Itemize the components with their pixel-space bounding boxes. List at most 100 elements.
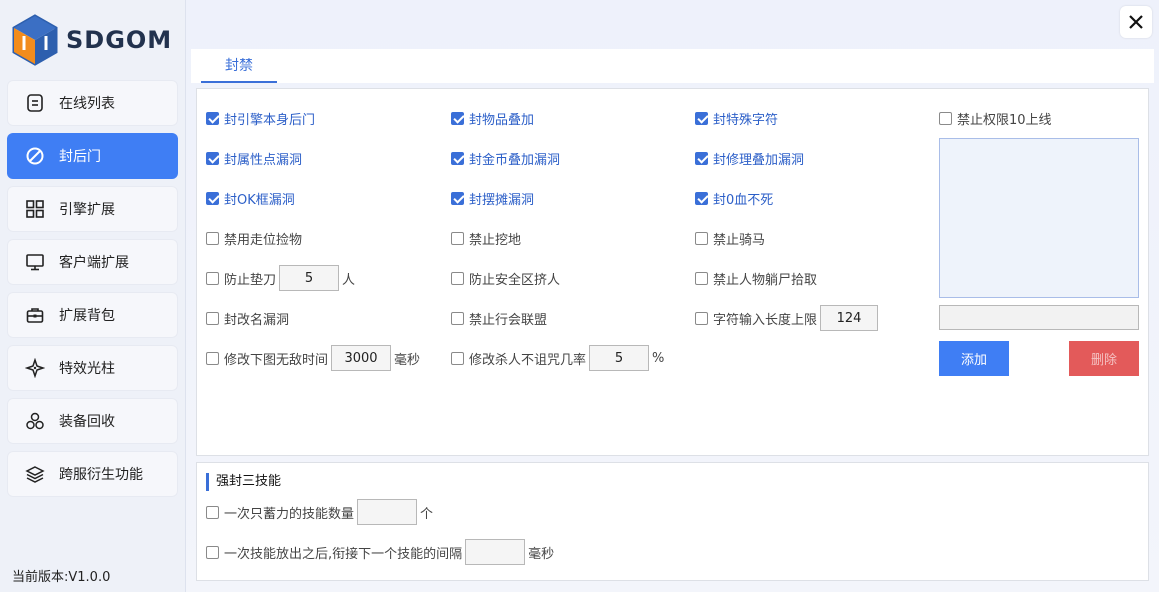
option-label: 禁止人物躺尸拾取 [713, 272, 818, 288]
sidebar-item-client-ext[interactable]: 客户端扩展 [7, 239, 178, 285]
checkbox[interactable] [206, 545, 219, 559]
sidebar-nav: 在线列表 封后门 引擎扩展 客户端扩展 扩展背包 特效光柱 装备回收 跨服衍生功… [7, 80, 178, 504]
sidebar-item-cross-server[interactable]: 跨服衍生功能 [7, 451, 178, 497]
tab-bar: 封禁 [191, 49, 1154, 83]
option-row: 禁止骑马 [695, 227, 765, 249]
option-row: 封物品叠加 [451, 107, 534, 129]
checkbox[interactable] [695, 271, 708, 285]
checkbox[interactable] [695, 311, 708, 325]
add-button[interactable]: 添加 [939, 341, 1009, 376]
account-list[interactable] [939, 138, 1139, 298]
section-title: 强封三技能 [206, 473, 281, 491]
option-label: 封金币叠加漏洞 [469, 152, 561, 168]
unit-label: % [652, 350, 665, 366]
checkbox[interactable] [206, 271, 219, 285]
option-row: 修改杀人不诅咒几率 % [451, 345, 665, 371]
checkbox[interactable] [451, 311, 464, 325]
monitor-icon [25, 252, 45, 272]
checkbox[interactable] [695, 231, 708, 245]
checkbox[interactable] [451, 351, 464, 365]
sidebar-item-label: 客户端扩展 [59, 255, 129, 271]
checkbox[interactable] [206, 351, 219, 365]
sidebar-item-online-list[interactable]: 在线列表 [7, 80, 178, 126]
grid-icon [25, 199, 45, 219]
checkbox[interactable] [695, 111, 708, 125]
skill-interval-input[interactable] [465, 539, 526, 565]
brand-logo: SDGOM [12, 14, 172, 66]
checkbox[interactable] [939, 111, 952, 125]
checkbox[interactable] [206, 111, 219, 125]
option-label: 防止安全区挤人 [469, 272, 561, 288]
checkbox[interactable] [451, 151, 464, 165]
option-label: 字符输入长度上限 [713, 312, 818, 328]
checkbox[interactable] [206, 191, 219, 205]
option-label: 修改下图无敌时间 [224, 352, 329, 368]
unit-label: 毫秒 [394, 352, 421, 368]
option-row: 封0血不死 [695, 187, 773, 209]
sidebar-item-engine-ext[interactable]: 引擎扩展 [7, 186, 178, 232]
anti-pad-count-input[interactable] [279, 265, 340, 291]
brand-name: SDGOM [66, 26, 173, 54]
delete-button[interactable]: 删除 [1069, 341, 1139, 376]
checkbox[interactable] [451, 231, 464, 245]
sidebar-item-label: 装备回收 [59, 414, 115, 430]
checkbox[interactable] [695, 191, 708, 205]
ban-icon [25, 146, 45, 166]
curse-rate-input[interactable] [589, 345, 650, 371]
option-label: 封改名漏洞 [224, 312, 290, 328]
sidebar-item-label: 在线列表 [59, 96, 115, 112]
unit-label: 毫秒 [528, 546, 555, 562]
option-row: 防止垫刀 人 [206, 265, 356, 291]
sidebar-item-label: 跨服衍生功能 [59, 467, 143, 483]
sidebar-item-recycle[interactable]: 装备回收 [7, 398, 178, 444]
option-row: 封引擎本身后门 [206, 107, 315, 129]
option-label: 封特殊字符 [713, 112, 779, 128]
invincible-time-input[interactable] [331, 345, 392, 371]
checkbox[interactable] [206, 311, 219, 325]
checkbox[interactable] [206, 151, 219, 165]
option-row: 封OK框漏洞 [206, 187, 295, 209]
checkbox[interactable] [695, 151, 708, 165]
sidebar: SDGOM 在线列表 封后门 引擎扩展 客户端扩展 扩展背包 特效光柱 装备回收… [0, 0, 186, 592]
option-label: 封摆摊漏洞 [469, 192, 535, 208]
option-label: 修改杀人不诅咒几率 [469, 352, 587, 368]
tab-ban[interactable]: 封禁 [201, 49, 277, 83]
sdgom-logo-icon [12, 14, 58, 66]
sidebar-item-label: 引擎扩展 [59, 202, 115, 218]
option-row: 封属性点漏洞 [206, 147, 302, 169]
close-button[interactable] [1120, 6, 1152, 38]
option-label: 封0血不死 [713, 192, 774, 208]
charge-skill-count-input[interactable] [357, 499, 418, 525]
checkbox[interactable] [451, 111, 464, 125]
option-label: 禁止挖地 [469, 232, 522, 248]
sidebar-item-backdoor[interactable]: 封后门 [7, 133, 178, 179]
checkbox[interactable] [206, 505, 219, 519]
checkbox[interactable] [206, 231, 219, 245]
close-icon [1129, 15, 1143, 29]
sidebar-item-effects[interactable]: 特效光柱 [7, 345, 178, 391]
option-row: 封摆摊漏洞 [451, 187, 534, 209]
sidebar-item-label: 扩展背包 [59, 308, 115, 324]
option-label: 封物品叠加 [469, 112, 535, 128]
char-limit-input[interactable] [820, 305, 879, 331]
option-label: 封引擎本身后门 [224, 112, 316, 128]
option-row: 禁止行会联盟 [451, 307, 547, 329]
option-row: 禁止人物躺尸拾取 [695, 267, 817, 289]
option-row: 封特殊字符 [695, 107, 778, 129]
checkbox[interactable] [451, 191, 464, 205]
option-row: 禁止权限10上线 [939, 107, 1052, 129]
account-input[interactable] [939, 305, 1139, 330]
option-label: 禁止权限10上线 [957, 112, 1052, 128]
option-row: 封修理叠加漏洞 [695, 147, 804, 169]
unit-label: 个 [420, 506, 434, 522]
version-text: 当前版本:V1.0.0 [12, 570, 111, 585]
checkbox[interactable] [451, 271, 464, 285]
sidebar-item-ext-bag[interactable]: 扩展背包 [7, 292, 178, 338]
layers-icon [25, 464, 45, 484]
option-label: 封OK框漏洞 [224, 192, 295, 208]
option-row: 字符输入长度上限 [695, 305, 881, 331]
option-label: 封属性点漏洞 [224, 152, 303, 168]
list-icon [25, 93, 45, 113]
option-label: 一次只蓄力的技能数量 [224, 506, 355, 522]
unit-label: 人 [342, 272, 356, 288]
